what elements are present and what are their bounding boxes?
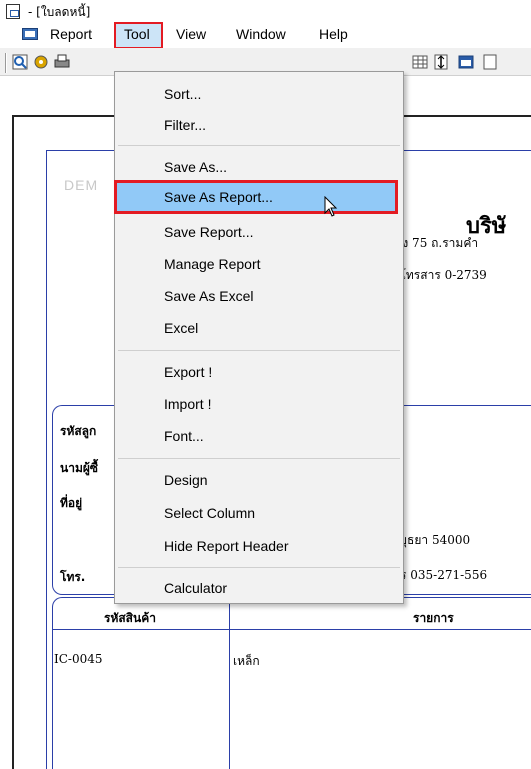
menu-hide-report-header[interactable]: Hide Report Header: [164, 538, 289, 554]
header-description: รายการ: [413, 611, 454, 625]
customer-province: ยุธยา 54000: [400, 533, 471, 547]
row-product-code: IC-0045: [54, 652, 103, 666]
menu-export[interactable]: Export !: [164, 364, 212, 380]
customer-fax: ร 035-271-556: [400, 568, 488, 582]
row-description: เหล็ก: [233, 654, 260, 668]
document-icon[interactable]: [22, 28, 38, 40]
phone-label: โทร.: [60, 570, 86, 584]
menu-filter[interactable]: Filter...: [164, 117, 206, 133]
print-icon[interactable]: [54, 54, 70, 70]
watermark: DEM: [64, 177, 99, 193]
tool-dropdown-menu: [114, 71, 404, 604]
doc-icon[interactable]: [482, 54, 498, 70]
mouse-cursor-icon: [324, 195, 338, 221]
menu-sort[interactable]: Sort...: [164, 86, 201, 102]
toolbar-grip: [5, 53, 7, 73]
menu-calculator[interactable]: Calculator: [164, 580, 227, 596]
menu-separator: [118, 567, 400, 568]
menu-tool[interactable]: Tool: [124, 26, 150, 42]
menu-import[interactable]: Import !: [164, 396, 211, 412]
address-label: ที่อยู่: [60, 496, 83, 510]
menu-design[interactable]: Design: [164, 472, 208, 488]
height-icon[interactable]: [433, 54, 449, 70]
table-column-divider: [229, 598, 230, 769]
menu-font[interactable]: Font...: [164, 428, 204, 444]
menu-separator: [118, 350, 400, 351]
menu-save-as-report[interactable]: Save As Report...: [164, 189, 273, 205]
menu-help[interactable]: Help: [319, 26, 348, 42]
window-icon[interactable]: [458, 54, 474, 70]
title-bar: - [ใบลดหนี้]: [0, 0, 531, 22]
menu-save-as[interactable]: Save As...: [164, 159, 227, 175]
menu-separator: [118, 145, 400, 146]
menu-view[interactable]: View: [176, 26, 206, 42]
menu-window[interactable]: Window: [236, 26, 286, 42]
app-icon[interactable]: [6, 4, 20, 19]
menu-save-as-excel[interactable]: Save As Excel: [164, 288, 254, 304]
zoom-icon[interactable]: [12, 54, 28, 70]
settings-icon[interactable]: [33, 54, 49, 70]
menu-excel[interactable]: Excel: [164, 320, 198, 336]
menu-select-column[interactable]: Select Column: [164, 505, 255, 521]
menu-separator: [118, 458, 400, 459]
customer-code-label: รหัสลูก: [60, 424, 97, 438]
window-title: - [ใบลดหนี้]: [28, 5, 91, 19]
grid-icon[interactable]: [412, 54, 428, 70]
menu-save-report[interactable]: Save Report...: [164, 224, 254, 240]
menu-report[interactable]: Report: [50, 26, 92, 42]
table-header-divider: [52, 629, 531, 630]
buyer-name-label: นามผู้ซื้: [60, 461, 99, 475]
menu-manage-report[interactable]: Manage Report: [164, 256, 261, 272]
header-product-code: รหัสสินค้า: [104, 611, 156, 625]
